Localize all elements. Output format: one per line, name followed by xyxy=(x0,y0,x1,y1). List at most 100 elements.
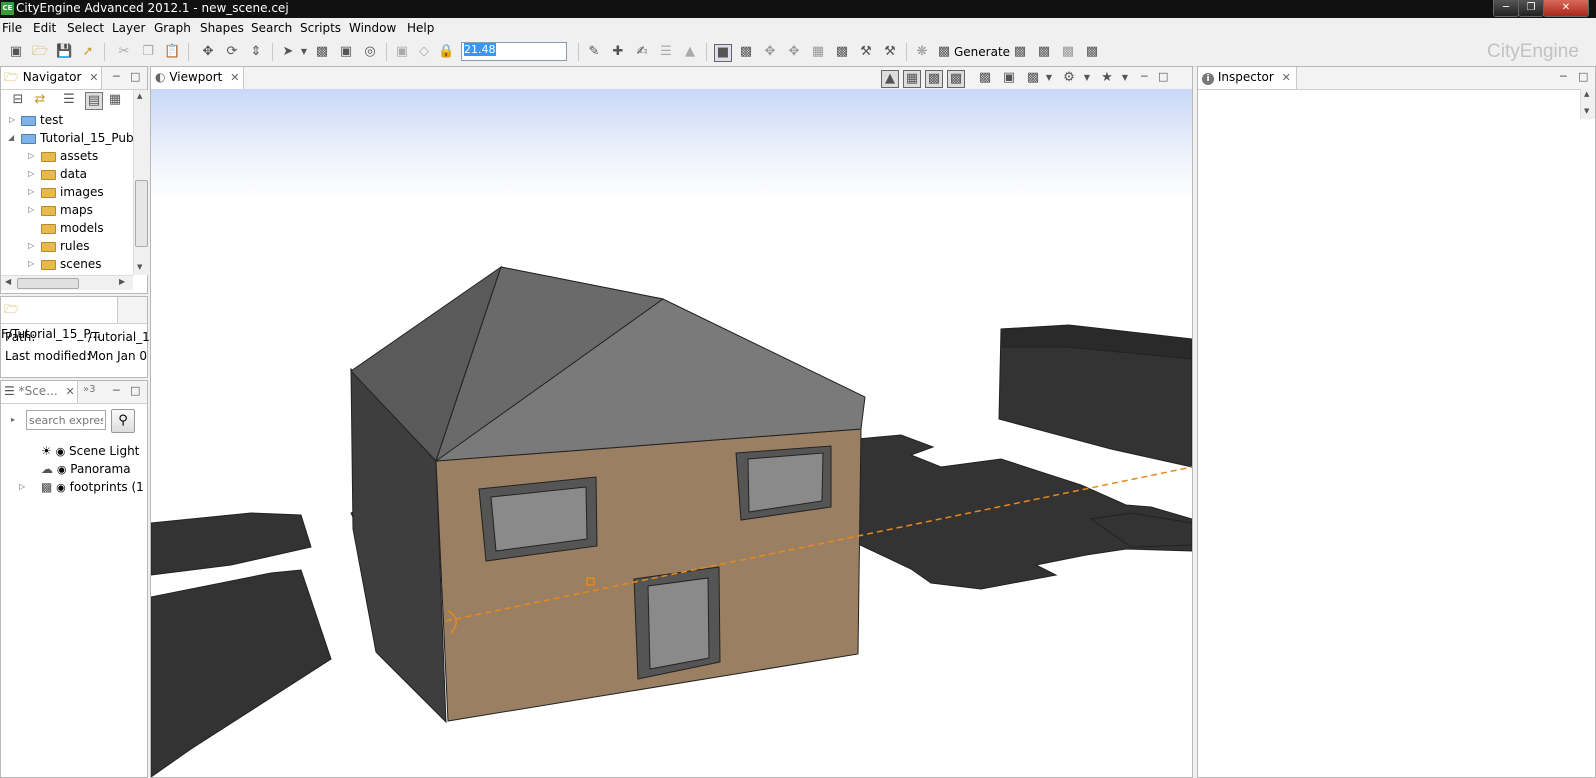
expand-icon[interactable]: ▷ xyxy=(28,259,34,268)
scale-icon[interactable]: ⇕ xyxy=(248,44,264,60)
maximize-icon[interactable]: □ xyxy=(1158,70,1168,83)
tree-item-rules[interactable]: rules xyxy=(41,239,90,253)
expand-icon[interactable]: ▷ xyxy=(19,482,25,491)
more-tabs-indicator[interactable]: »3 xyxy=(83,384,95,395)
frame-icon[interactable]: ▣ xyxy=(338,44,354,60)
menu-layer[interactable]: Layer xyxy=(112,21,145,35)
align-icon[interactable]: ▲ xyxy=(682,44,698,60)
minimize-icon[interactable]: ─ xyxy=(1141,70,1148,83)
copy-icon[interactable]: ❐ xyxy=(140,44,156,60)
chevron-down-icon[interactable]: ▼ xyxy=(296,44,312,60)
reset-icon[interactable]: ▩ xyxy=(1060,44,1076,60)
expand-icon[interactable]: ▷ xyxy=(28,241,34,250)
textured-icon[interactable]: ▩ xyxy=(925,70,943,88)
layout-icon[interactable]: ▦ xyxy=(107,92,123,108)
select-shapes-icon[interactable]: ▩ xyxy=(314,44,330,60)
cut-icon[interactable]: ✂ xyxy=(116,44,132,60)
tab-properties[interactable]: 🗁 F/Tutorial_15_P... xyxy=(1,297,118,341)
split-icon[interactable]: ☰ xyxy=(658,44,674,60)
camera-icon[interactable]: ▩ xyxy=(1025,70,1041,86)
blocks-icon[interactable]: ▦ xyxy=(810,44,826,60)
star-icon[interactable]: ★ xyxy=(1099,70,1115,86)
restore-window-button[interactable]: ❐ xyxy=(1518,0,1544,17)
close-icon[interactable]: ✕ xyxy=(89,71,98,84)
tree-item-maps[interactable]: maps xyxy=(41,203,93,217)
menu-window[interactable]: Window xyxy=(349,21,396,35)
expand-icon[interactable]: ▷ xyxy=(28,151,34,160)
convert-icon[interactable]: ▩ xyxy=(1084,44,1100,60)
minimize-window-button[interactable]: ─ xyxy=(1493,0,1519,17)
bookmark-camera-icon[interactable]: ▩ xyxy=(977,70,993,86)
scene-search-input[interactable] xyxy=(26,410,106,430)
scrollbar-thumb[interactable] xyxy=(135,180,148,247)
hammer-icon[interactable]: ⚒ xyxy=(882,44,898,60)
lighting-icon[interactable]: ▩ xyxy=(947,70,965,88)
move-icon[interactable]: ✥ xyxy=(200,44,216,60)
wrench-icon[interactable]: ⚒ xyxy=(858,44,874,60)
inspector-scrollbar[interactable]: ▲ ▼ xyxy=(1580,89,1595,119)
street-tool-icon[interactable]: ✍ xyxy=(634,44,650,60)
select-arrow-icon[interactable]: ➤ xyxy=(280,44,296,60)
grid-icon[interactable]: ▣ xyxy=(394,44,410,60)
subdivide2-icon[interactable]: ✥ xyxy=(786,44,802,60)
eye-icon[interactable]: ◉ xyxy=(56,481,66,494)
eye-icon[interactable]: ◉ xyxy=(56,445,66,458)
tree-item-scenes[interactable]: scenes xyxy=(41,257,101,271)
menu-help[interactable]: Help xyxy=(407,21,434,35)
collapse-all-icon[interactable]: ⊟ xyxy=(10,92,26,108)
chevron-down-icon[interactable]: ▼ xyxy=(1117,70,1133,86)
rules-icon[interactable]: ❋ xyxy=(914,44,930,60)
generate-icon[interactable]: ▩ xyxy=(936,44,952,60)
wireframe-icon[interactable]: ▲ xyxy=(881,70,899,88)
expand-icon[interactable]: ▷ xyxy=(28,205,34,214)
close-icon[interactable]: ✕ xyxy=(1282,71,1291,84)
publish-icon[interactable]: ➚ xyxy=(80,44,96,60)
tree-item-models[interactable]: models xyxy=(41,221,104,235)
regenerate-icon[interactable]: ▩ xyxy=(1012,44,1028,60)
maximize-icon[interactable]: □ xyxy=(1578,70,1588,83)
gear-icon[interactable]: ⚙ xyxy=(1061,70,1077,86)
expand-icon[interactable]: ▷ xyxy=(9,115,15,124)
minimize-icon[interactable]: ─ xyxy=(113,384,120,397)
collapse-icon[interactable]: ◢ xyxy=(8,133,14,142)
eye-icon[interactable]: ◉ xyxy=(57,463,67,476)
tree-item-data[interactable]: data xyxy=(41,167,87,181)
tree-item-test[interactable]: test xyxy=(21,113,63,127)
search-icon[interactable]: ⚲ xyxy=(111,409,135,433)
tree-item-assets[interactable]: assets xyxy=(41,149,98,163)
cube-icon[interactable]: ▩ xyxy=(738,44,754,60)
shaded-icon[interactable]: ▦ xyxy=(903,70,921,88)
tab-viewport[interactable]: ◐ Viewport ✕ xyxy=(151,67,244,89)
paste-icon[interactable]: 📋 xyxy=(164,44,180,60)
expand-icon[interactable]: ▸ xyxy=(11,415,15,424)
tree-item-images[interactable]: images xyxy=(41,185,104,199)
expand-icon[interactable]: ▷ xyxy=(28,187,34,196)
minimize-icon[interactable]: ─ xyxy=(1560,70,1567,83)
subdivide-icon[interactable]: ✥ xyxy=(762,44,778,60)
scene-item-light[interactable]: ☀ ◉ Scene Light xyxy=(41,444,139,458)
checker-icon[interactable]: ▩ xyxy=(834,44,850,60)
close-icon[interactable]: ✕ xyxy=(65,385,74,398)
scrollbar-thumb[interactable] xyxy=(17,278,79,289)
save-icon[interactable]: 💾 xyxy=(56,44,72,60)
menu-search[interactable]: Search xyxy=(251,21,292,35)
menu-file[interactable]: File xyxy=(2,21,22,35)
menu-graph[interactable]: Graph xyxy=(154,21,191,35)
tree-view-icon[interactable]: ☰ xyxy=(61,92,77,108)
horizontal-scrollbar[interactable]: ◀ ▶ xyxy=(1,275,133,290)
target-icon[interactable]: ◎ xyxy=(362,44,378,60)
shape-mode-icon[interactable]: ■ xyxy=(714,44,732,62)
scene-item-panorama[interactable]: ☁ ◉ Panorama xyxy=(41,462,131,476)
vertical-scrollbar[interactable]: ▲ ▼ xyxy=(133,90,148,275)
close-icon[interactable]: ✕ xyxy=(230,71,239,84)
frame-view-icon[interactable]: ▣ xyxy=(1001,70,1017,86)
zoom-input[interactable]: 21.48 xyxy=(461,42,567,61)
chevron-down-icon[interactable]: ▼ xyxy=(1079,70,1095,86)
expand-icon[interactable]: ▷ xyxy=(28,169,34,178)
tree-item-tutorial[interactable]: Tutorial_15_Publ xyxy=(21,131,137,145)
update-seed-icon[interactable]: ▩ xyxy=(1036,44,1052,60)
generate-button[interactable]: Generate xyxy=(954,45,1010,59)
tab-inspector[interactable]: i Inspector ✕ xyxy=(1198,67,1297,89)
tab-scene[interactable]: ☰ *Sce... ✕ xyxy=(1,381,78,403)
rotate-icon[interactable]: ⟳ xyxy=(224,44,240,60)
